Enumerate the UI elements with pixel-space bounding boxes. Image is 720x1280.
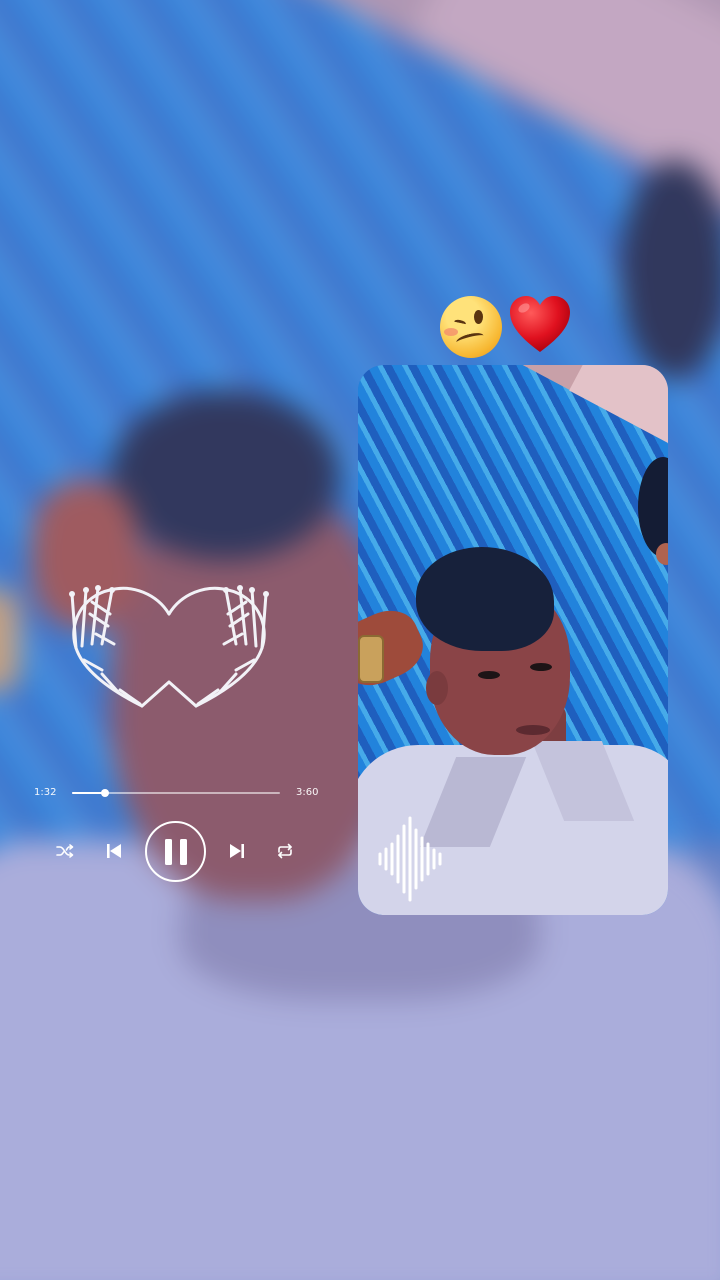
play-pause-button[interactable]: [145, 821, 206, 882]
elapsed-time: 1:32: [34, 787, 57, 798]
repeat-button[interactable]: [270, 836, 300, 866]
progress-bar[interactable]: [72, 789, 280, 797]
repeat-icon: [278, 843, 292, 859]
emoji-row: [438, 292, 578, 358]
skip-previous-icon: [107, 844, 121, 858]
progress-fill: [72, 792, 106, 794]
red-heart-emoji: [510, 296, 570, 352]
total-time: 3:60: [296, 787, 319, 798]
sound-wave-icon: [378, 816, 442, 902]
next-button[interactable]: [222, 836, 252, 866]
pause-icon: [164, 838, 187, 865]
shuffle-button[interactable]: [50, 836, 80, 866]
skeleton-hands-heart-icon: [69, 585, 269, 708]
skip-next-icon: [230, 844, 244, 858]
previous-button[interactable]: [99, 836, 129, 866]
woozy-face-emoji: [440, 296, 502, 358]
shuffle-icon: [56, 844, 74, 858]
